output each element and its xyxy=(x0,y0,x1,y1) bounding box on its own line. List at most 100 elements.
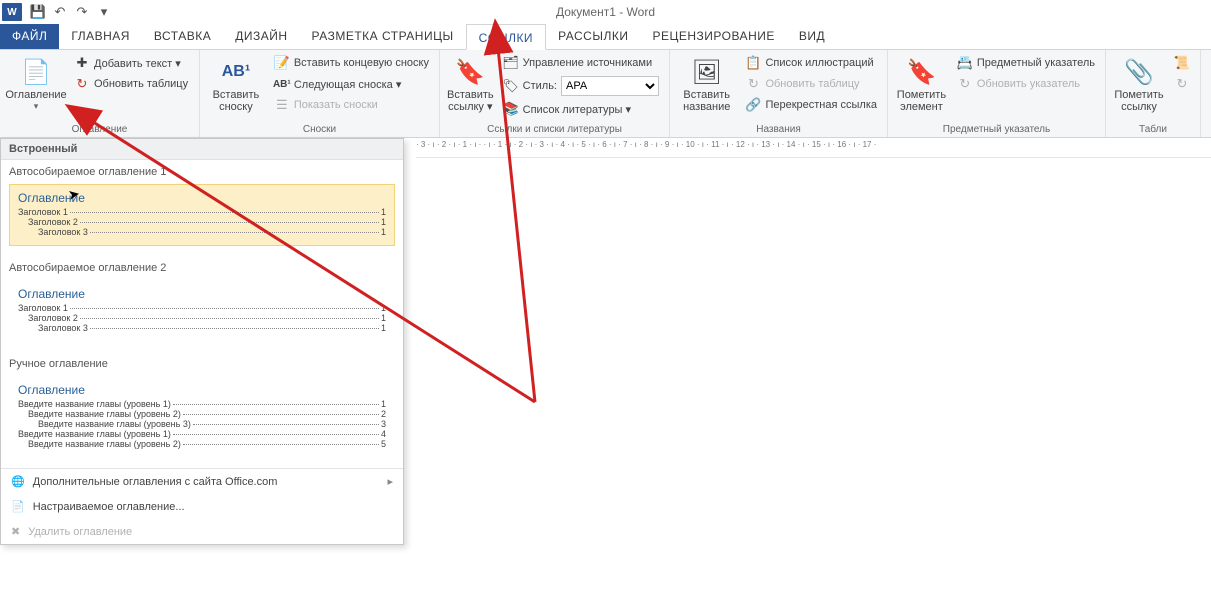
toc-line: Введите название главы (уровень 2)2 xyxy=(18,409,386,419)
tab-mailings[interactable]: РАССЫЛКИ xyxy=(546,23,640,49)
group-toa-label: Табли xyxy=(1112,124,1194,135)
group-index-label: Предметный указатель xyxy=(894,124,1099,135)
next-footnote-button[interactable]: AB¹ Следующая сноска ▾ xyxy=(270,74,433,94)
insert-footnote-button[interactable]: AB¹ Вставить сноску xyxy=(206,53,266,122)
update-toc-button[interactable]: ↻Обновить таблицу xyxy=(70,74,192,94)
style-label: Стиль: xyxy=(523,80,557,92)
document-title: Документ1 - Word xyxy=(556,5,655,19)
toc-line: Введите название главы (уровень 3)3 xyxy=(18,419,386,429)
group-footnotes-label: Сноски xyxy=(206,124,433,135)
tab-page-layout[interactable]: РАЗМЕТКА СТРАНИЦЫ xyxy=(300,23,466,49)
citation-style-row: 🏷 Стиль: APA xyxy=(499,74,663,98)
mark-entry-button[interactable]: 🔖 Пометить элемент xyxy=(894,53,949,122)
toc-remove-label: Удалить оглавление xyxy=(28,526,132,538)
insert-index-icon: 📇 xyxy=(957,55,973,71)
update-captions-label: Обновить таблицу xyxy=(765,78,859,90)
manage-sources-icon: 🗂 xyxy=(503,55,519,71)
mark-entry-icon: 🔖 xyxy=(905,55,937,89)
tab-insert[interactable]: ВСТАВКА xyxy=(142,23,223,49)
caption-icon: 🖼 xyxy=(691,55,723,89)
tab-file[interactable]: ФАЙЛ xyxy=(0,23,59,49)
toc-line: Заголовок 31 xyxy=(18,323,386,333)
tab-design[interactable]: ДИЗАЙН xyxy=(223,23,299,49)
group-captions: 🖼 Вставить название 📋Список иллюстраций … xyxy=(670,50,888,137)
update-captions-button[interactable]: ↻Обновить таблицу xyxy=(741,74,881,94)
insert-endnote-label: Вставить концевую сноску xyxy=(294,57,429,69)
mark-citation-button[interactable]: 📎 Пометить ссылку xyxy=(1112,53,1166,122)
toc-button[interactable]: 📄 Оглавление ▾ xyxy=(6,53,66,122)
manage-sources-button[interactable]: 🗂Управление источниками xyxy=(499,53,663,73)
insert-citation-button[interactable]: 🔖 Вставить ссылку ▾ xyxy=(446,53,495,122)
globe-icon: 🌐 xyxy=(11,475,25,488)
insert-index-button[interactable]: 📇Предметный указатель xyxy=(953,53,1099,73)
tab-review[interactable]: РЕЦЕНЗИРОВАНИЕ xyxy=(640,23,786,49)
mark-citation-icon: 📎 xyxy=(1123,55,1155,89)
show-notes-icon: ☰ xyxy=(274,97,290,113)
tab-home[interactable]: ГЛАВНАЯ xyxy=(59,23,142,49)
redo-icon[interactable]: ↷ xyxy=(74,4,90,20)
citation-style-select[interactable]: APA xyxy=(561,76,659,96)
add-text-icon: ✚ xyxy=(74,55,90,71)
list-of-figures-button[interactable]: 📋Список иллюстраций xyxy=(741,53,881,73)
bibliography-button[interactable]: 📚Список литературы ▾ xyxy=(499,99,663,119)
horizontal-ruler[interactable]: · 3 · ı · 2 · ı · 1 · ı · · ı · 1 · ı · … xyxy=(416,138,1211,158)
mark-citation-label: Пометить ссылку xyxy=(1112,89,1166,113)
document-area[interactable] xyxy=(416,158,1211,596)
toc-more-online[interactable]: 🌐 Дополнительные оглавления с сайта Offi… xyxy=(1,469,403,494)
citation-icon: 🔖 xyxy=(454,55,486,89)
undo-icon[interactable]: ↶ xyxy=(52,4,68,20)
cross-ref-button[interactable]: 🔗Перекрестная ссылка xyxy=(741,95,881,115)
save-icon[interactable]: 💾 xyxy=(30,4,46,20)
list-icon: 📄 xyxy=(11,500,25,513)
toc-auto1-title: Автособираемое оглавление 1 xyxy=(1,160,403,181)
update-index-icon: ↻ xyxy=(957,76,973,92)
title-bar: W 💾 ↶ ↷ ▾ Документ1 - Word xyxy=(0,0,1211,24)
toc-auto2-heading: Оглавление xyxy=(18,287,386,301)
toc-gallery-panel: Встроенный Автособираемое оглавление 1 О… xyxy=(0,138,404,545)
toc-more-online-label: Дополнительные оглавления с сайта Office… xyxy=(33,476,278,488)
group-index: 🔖 Пометить элемент 📇Предметный указатель… xyxy=(888,50,1106,137)
toa-extra-icon-1[interactable]: 📜 xyxy=(1170,53,1194,73)
toa-icon-a: 📜 xyxy=(1174,55,1190,71)
list-figures-icon: 📋 xyxy=(745,55,761,71)
toc-line: Заголовок 11 xyxy=(18,303,386,313)
toc-builtin-header: Встроенный xyxy=(1,139,403,160)
mark-entry-label: Пометить элемент xyxy=(894,89,949,113)
toc-auto2-title: Автособираемое оглавление 2 xyxy=(1,256,403,277)
ruler-ticks: · 3 · ı · 2 · ı · 1 · ı · · ı · 1 · ı · … xyxy=(416,140,1211,156)
toc-custom-label: Настраиваемое оглавление... xyxy=(33,501,185,513)
toc-line: Заголовок 21 xyxy=(18,217,386,227)
group-citations-label: Ссылки и списки литературы xyxy=(446,124,663,135)
toc-remove[interactable]: ✖ Удалить оглавление xyxy=(1,519,403,544)
toa-icon-b: ↻ xyxy=(1174,76,1190,92)
tab-view[interactable]: ВИД xyxy=(787,23,837,49)
toa-extra-icon-2[interactable]: ↻ xyxy=(1170,74,1194,94)
toc-button-label: Оглавление xyxy=(5,89,66,101)
cross-ref-icon: 🔗 xyxy=(745,97,761,113)
quick-access-toolbar: 💾 ↶ ↷ ▾ xyxy=(30,4,112,20)
add-text-button[interactable]: ✚Добавить текст ▾ xyxy=(70,53,192,73)
insert-endnote-button[interactable]: 📝 Вставить концевую сноску xyxy=(270,53,433,73)
toc-manual-preview[interactable]: Оглавление Введите название главы (урове… xyxy=(9,376,395,458)
show-notes-button[interactable]: ☰Показать сноски xyxy=(270,95,433,115)
update-index-button[interactable]: ↻Обновить указатель xyxy=(953,74,1099,94)
group-toc-label: Оглавление xyxy=(6,124,193,135)
toc-icon: 📄 xyxy=(20,55,52,89)
chevron-right-icon: ▸ xyxy=(387,475,393,488)
toc-line: Заголовок 11 xyxy=(18,207,386,217)
next-footnote-icon: AB¹ xyxy=(274,76,290,92)
toc-panel-footer: 🌐 Дополнительные оглавления с сайта Offi… xyxy=(1,468,403,544)
toc-custom[interactable]: 📄 Настраиваемое оглавление... xyxy=(1,494,403,519)
group-captions-label: Названия xyxy=(676,124,881,135)
tab-references[interactable]: ССЫЛКИ xyxy=(466,24,546,50)
insert-caption-button[interactable]: 🖼 Вставить название xyxy=(676,53,737,122)
next-footnote-label: Следующая сноска ▾ xyxy=(294,78,402,91)
group-toc: 📄 Оглавление ▾ ✚Добавить текст ▾ ↻Обнови… xyxy=(0,50,200,137)
bibliography-icon: 📚 xyxy=(503,101,519,117)
group-footnotes: AB¹ Вставить сноску 📝 Вставить концевую с… xyxy=(200,50,440,137)
endnote-icon: 📝 xyxy=(274,55,290,71)
toc-line: Введите название главы (уровень 1)4 xyxy=(18,429,386,439)
qat-more-icon[interactable]: ▾ xyxy=(96,4,112,20)
toc-auto2-preview[interactable]: Оглавление Заголовок 11Заголовок 21Загол… xyxy=(9,280,395,342)
toc-line: Заголовок 31 xyxy=(18,227,386,237)
